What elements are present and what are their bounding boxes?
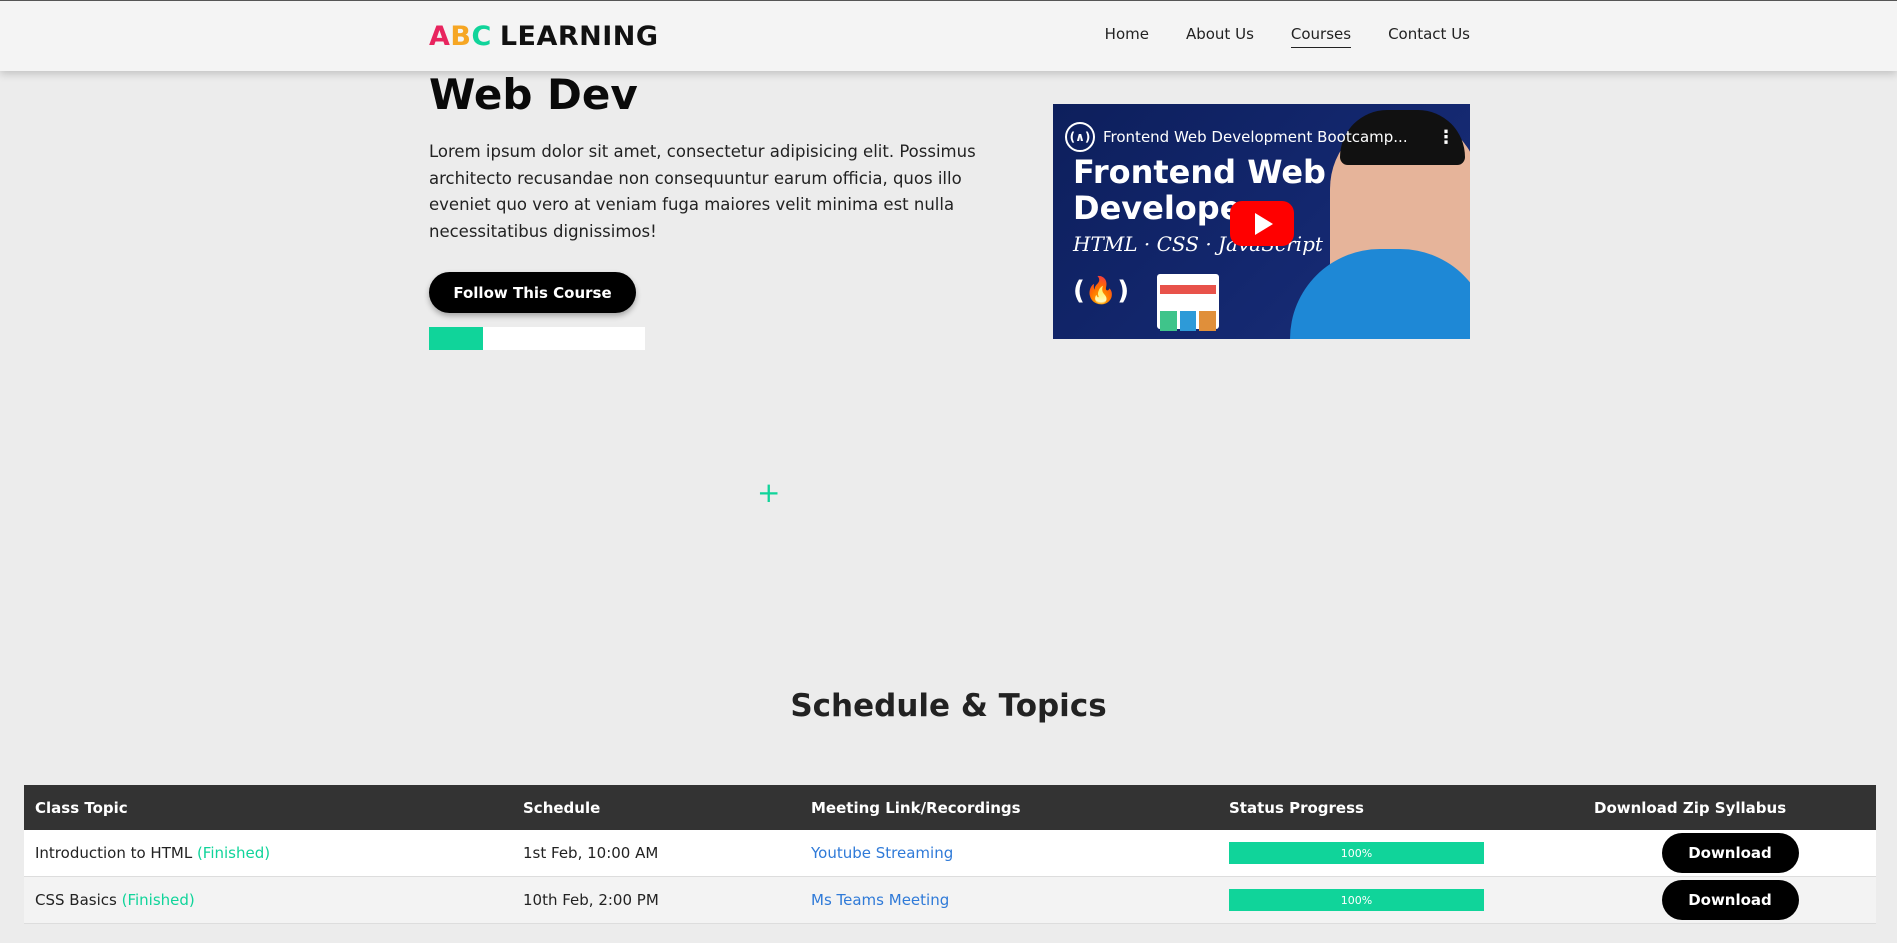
course-title: Web Dev xyxy=(429,70,638,119)
topic-status: (Finished) xyxy=(196,844,271,862)
download-button[interactable]: Download xyxy=(1661,880,1799,920)
status-progress-bar: 100% xyxy=(1229,842,1484,864)
video-menu-icon[interactable]: ⋮ xyxy=(1437,127,1455,148)
schedule-cell: 1st Feb, 10:00 AM xyxy=(523,844,659,862)
download-cell: Download xyxy=(1584,880,1876,920)
logo-text: LEARNING xyxy=(499,21,659,52)
header-class-topic: Class Topic xyxy=(35,798,128,817)
logo-letter-a: A xyxy=(429,21,451,52)
header-schedule: Schedule xyxy=(523,798,601,817)
channel-avatar-icon[interactable]: (∧) xyxy=(1065,122,1095,152)
topic-name: Introduction to HTML xyxy=(35,844,193,862)
topic-name: CSS Basics xyxy=(35,891,117,909)
meeting-link[interactable]: Youtube Streaming xyxy=(811,844,953,862)
status-progress-bar: 100% xyxy=(1229,889,1484,911)
header-meeting-link: Meeting Link/Recordings xyxy=(811,798,1021,817)
nav-home[interactable]: Home xyxy=(1105,25,1149,48)
course-progress-bar xyxy=(429,327,645,350)
main-nav: Home About Us Courses Contact Us xyxy=(1105,25,1470,48)
topic-status: (Finished) xyxy=(121,891,195,909)
status-progress-cell: 100% xyxy=(1218,842,1584,864)
class-topic-cell: CSS Basics (Finished) xyxy=(24,891,512,909)
browser-window-icon xyxy=(1157,274,1219,331)
schedule-table: Class Topic Schedule Meeting Link/Record… xyxy=(24,785,1876,924)
brand-logo[interactable]: ABC LEARNING xyxy=(429,21,659,52)
nav-about[interactable]: About Us xyxy=(1186,25,1254,48)
course-description: Lorem ipsum dolor sit amet, consectetur … xyxy=(429,142,976,241)
nav-contact[interactable]: Contact Us xyxy=(1388,25,1470,48)
schedule-cell: 10th Feb, 2:00 PM xyxy=(523,891,659,909)
status-progress-cell: 100% xyxy=(1218,889,1584,911)
course-progress-fill xyxy=(429,327,483,350)
plus-icon[interactable]: + xyxy=(757,476,780,509)
header-download: Download Zip Syllabus xyxy=(1594,798,1787,817)
follow-course-button[interactable]: Follow This Course xyxy=(429,272,636,313)
logo-letter-b: B xyxy=(450,21,472,52)
class-topic-cell: Introduction to HTML (Finished) xyxy=(24,844,512,862)
table-row: CSS Basics (Finished) 10th Feb, 2:00 PM … xyxy=(24,877,1876,924)
video-title-bar: (∧) Frontend Web Development Bootcamp...… xyxy=(1065,122,1455,152)
meeting-link[interactable]: Ms Teams Meeting xyxy=(811,891,949,909)
table-header: Class Topic Schedule Meeting Link/Record… xyxy=(24,785,1876,830)
fire-logo-icon: (🔥) xyxy=(1073,276,1130,306)
meeting-link-cell: Youtube Streaming xyxy=(800,844,1218,862)
download-button[interactable]: Download xyxy=(1661,833,1799,873)
status-progress-fill: 100% xyxy=(1229,889,1484,911)
status-progress-fill: 100% xyxy=(1229,842,1484,864)
header-status-progress: Status Progress xyxy=(1229,798,1364,817)
table-row: Introduction to HTML (Finished) 1st Feb,… xyxy=(24,830,1876,877)
navbar: ABC LEARNING Home About Us Courses Contac… xyxy=(0,0,1897,71)
meeting-link-cell: Ms Teams Meeting xyxy=(800,891,1218,909)
schedule-title: Schedule & Topics xyxy=(790,688,1107,724)
play-button-icon[interactable] xyxy=(1230,201,1294,246)
video-thumbnail-hoodie xyxy=(1290,249,1470,339)
nav-courses[interactable]: Courses xyxy=(1290,25,1352,48)
video-title[interactable]: Frontend Web Development Bootcamp... xyxy=(1103,128,1429,146)
video-embed[interactable]: Frontend Web Developer HTML · CSS · Java… xyxy=(1053,104,1470,339)
download-cell: Download xyxy=(1584,833,1876,873)
logo-letter-c: C xyxy=(471,21,492,52)
